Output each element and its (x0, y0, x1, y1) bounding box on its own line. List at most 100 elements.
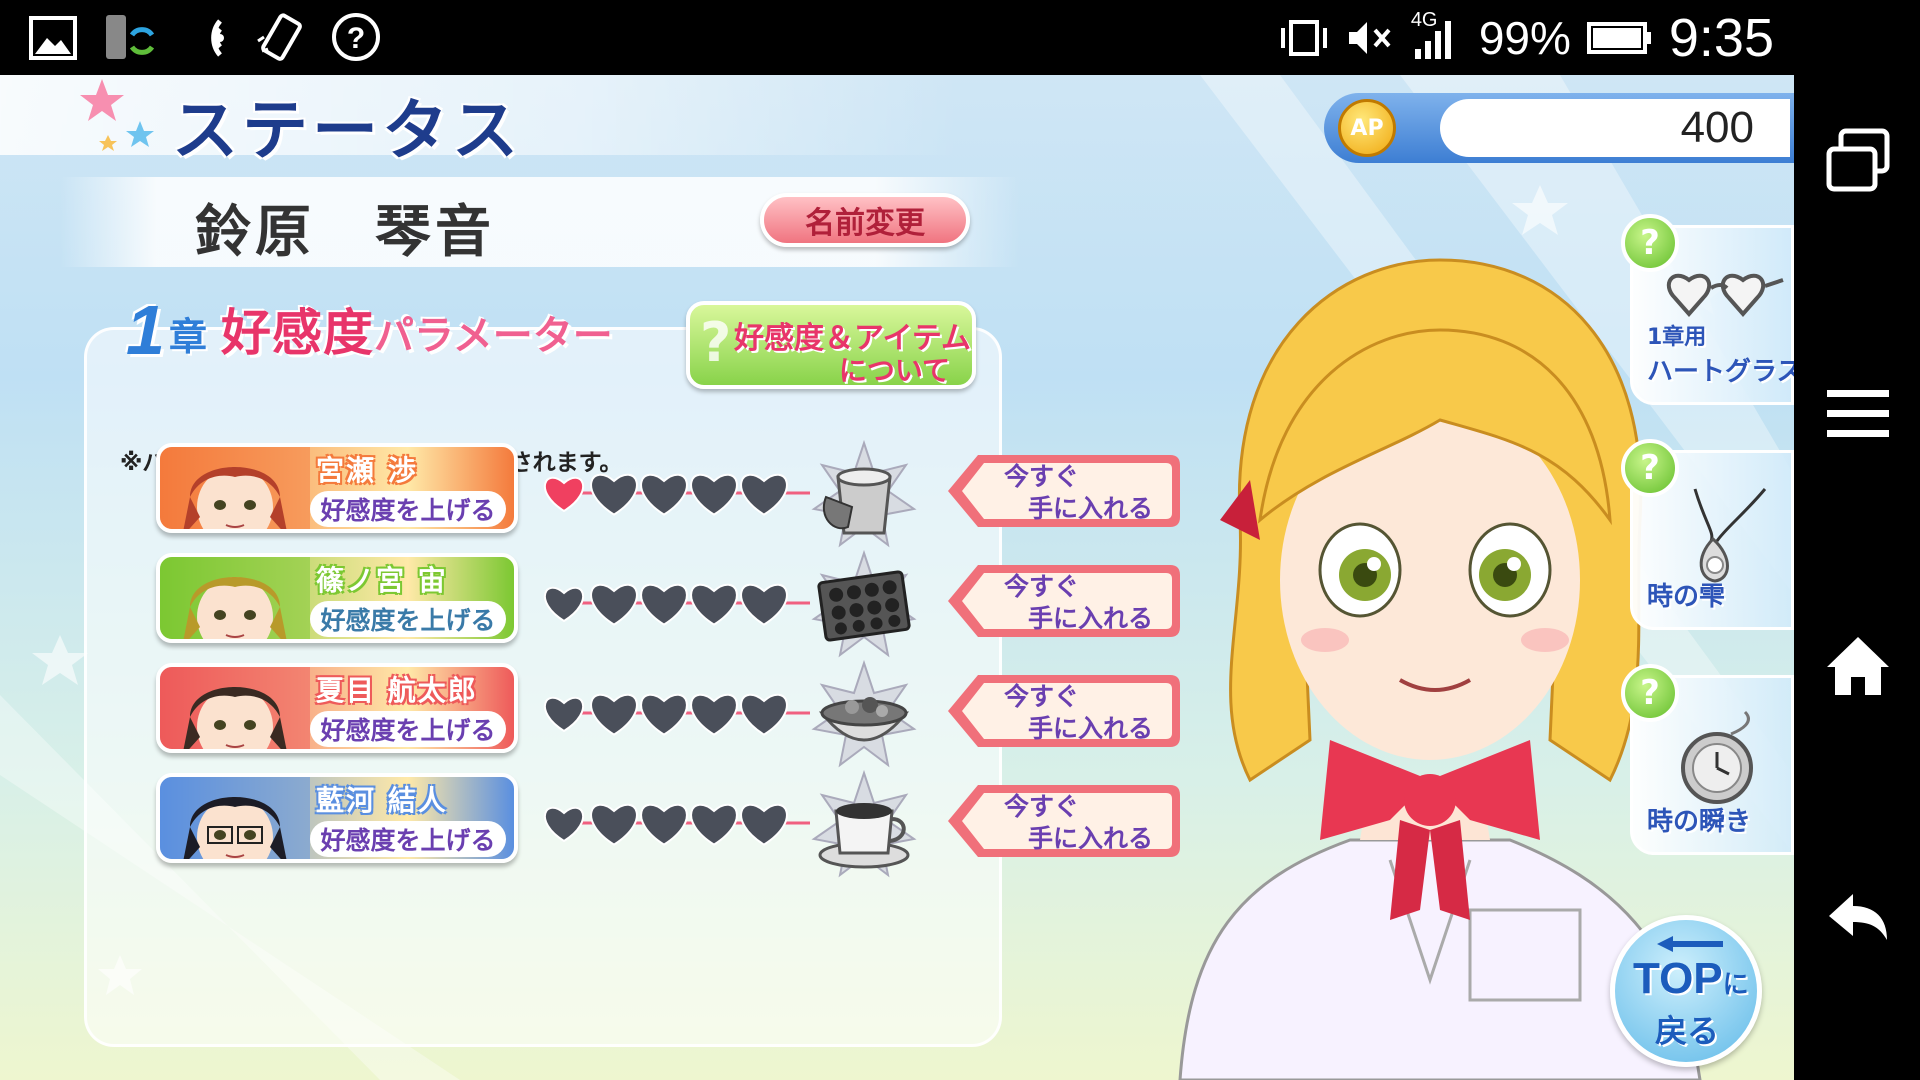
player-name: 鈴原 琴音 (195, 200, 495, 265)
ap-display: AP 400 (1324, 93, 1794, 163)
portrait-art (160, 447, 310, 529)
clock: 9:35 (1668, 8, 1774, 68)
chapter-heading: 1 章 好感度 パラメーター (126, 285, 613, 365)
chapter-title-main: 好感度 (220, 304, 374, 362)
top-label-line1: TOPに (1633, 954, 1749, 1003)
heart-empty-icon (640, 583, 688, 626)
back-to-top-button[interactable]: TOPに 戻る (1610, 915, 1762, 1067)
affection-hearts (543, 803, 810, 846)
battery-percent: 99% (1478, 12, 1571, 64)
character-row: 藍河 結人 好感度を上げる 今すぐ 手に入れる (0, 769, 1200, 878)
chapter-title-sub: パラメーター (373, 313, 613, 359)
battery-icon (1586, 22, 1651, 54)
mute-icon (1348, 22, 1391, 54)
star-decoration-icon (80, 79, 154, 151)
raise-affection-button[interactable]: 夏目 航太郎 好感度を上げる (156, 663, 518, 753)
portrait-art (160, 667, 310, 749)
affection-hearts (543, 693, 810, 736)
nfc-icon (178, 11, 232, 65)
character-name: 宮瀬 渉 (316, 454, 418, 487)
notification-icons: ? (26, 10, 384, 66)
back-button[interactable] (1818, 878, 1898, 958)
side-item-1[interactable]: ? 1章用 ハートグラス (1621, 214, 1794, 405)
get-label-line1: 今すぐ (1004, 462, 1080, 491)
ap-field: 400 (1440, 99, 1790, 157)
ap-value: 400 (1680, 103, 1754, 152)
menu-button[interactable] (1818, 374, 1898, 454)
get-label-line1: 今すぐ (1004, 682, 1080, 711)
raise-affection-button[interactable]: 藍河 結人 好感度を上げる (156, 773, 518, 863)
heart-empty-icon (740, 473, 788, 516)
heart-empty-icon (590, 693, 638, 736)
heart-empty-icon (740, 803, 788, 846)
pocket-watch-icon (1681, 710, 1753, 804)
svg-text:?: ? (347, 22, 365, 55)
raise-affection-button[interactable]: 宮瀬 渉 好感度を上げる (156, 443, 518, 533)
sync-icon (102, 11, 156, 65)
rotate-icon (254, 11, 308, 65)
character-portrait (160, 777, 310, 859)
rename-button[interactable]: 名前変更 (760, 193, 970, 247)
drink-cup-icon (811, 439, 917, 548)
heart-empty-icon (740, 693, 788, 736)
side-item-label: 時の雫 (1647, 582, 1726, 612)
heart-empty-icon (543, 586, 585, 623)
chapter-unit: 章 (168, 315, 207, 359)
heart-empty-icon (640, 473, 688, 516)
recent-apps-button[interactable] (1818, 122, 1898, 202)
raise-affection-button[interactable]: 篠ノ宮 宙 好感度を上げる (156, 553, 518, 643)
character-portrait (160, 447, 310, 529)
about-label-line2: について (838, 354, 950, 387)
raise-affection-label: 好感度を上げる (310, 491, 506, 527)
heart-empty-icon (690, 583, 738, 626)
heart-empty-icon (543, 806, 585, 843)
heart-empty-icon (690, 803, 738, 846)
top-label-line2: 戻る (1655, 1012, 1720, 1050)
portrait-art (160, 557, 310, 639)
raise-affection-label: 好感度を上げる (310, 711, 506, 747)
heart-filled-icon (543, 476, 585, 513)
navigation-bar (1794, 0, 1920, 1080)
heart-empty-icon (543, 696, 585, 733)
character-row: 宮瀬 渉 好感度を上げる 今すぐ 手に入れる (0, 439, 1200, 548)
character-row: 篠ノ宮 宙 好感度を上げる 今すぐ 手に入れる (0, 549, 1200, 658)
coffee-cup-icon (811, 769, 917, 878)
arrow-left-icon (1657, 936, 1723, 952)
question-icon: ? (700, 311, 732, 374)
menu-icon (1827, 390, 1889, 437)
game-screen: ステータス 鈴原 琴音 名前変更 1 章 好感度 パラメーター ? 好感度＆アイ… (0, 75, 1794, 1080)
heart-empty-icon (590, 583, 638, 626)
pendant-icon (1693, 488, 1767, 583)
character-name: 夏目 航太郎 (316, 674, 478, 707)
raise-affection-label: 好感度を上げる (310, 601, 506, 637)
heart-empty-icon (590, 473, 638, 516)
side-item-label: 1章用 ハートグラス (1647, 325, 1794, 387)
get-label-line1: 今すぐ (1004, 792, 1080, 821)
status-bar: ? 4G 99% 9:35 (0, 0, 1794, 75)
character-row: 夏目 航太郎 好感度を上げる 今すぐ 手に入れる (0, 659, 1200, 768)
heart-empty-icon (590, 803, 638, 846)
heart-empty-icon (690, 473, 738, 516)
page-title: ステータス (172, 92, 522, 169)
get-label-line1: 今すぐ (1004, 572, 1080, 601)
heart-empty-icon (640, 693, 688, 736)
about-affection-button[interactable]: ? 好感度＆アイテム について (686, 301, 976, 389)
home-icon (1827, 637, 1889, 695)
affection-hearts (543, 583, 810, 626)
food-bowl-icon (811, 659, 917, 768)
vibrate-icon (1280, 20, 1327, 56)
recent-apps-icon (1826, 128, 1890, 192)
raise-affection-label: 好感度を上げる (310, 821, 506, 857)
heroine-illustration (1178, 258, 1702, 1080)
home-button[interactable] (1818, 626, 1898, 706)
side-item-3[interactable]: ? 時の瞬き (1621, 664, 1794, 855)
help-icon: ? (330, 11, 384, 65)
heart-empty-icon (690, 693, 738, 736)
portrait-art (160, 777, 310, 859)
character-portrait (160, 557, 310, 639)
side-item-2[interactable]: ? 時の雫 (1621, 439, 1794, 630)
gallery-icon (26, 11, 80, 65)
affection-hearts (543, 473, 810, 516)
side-item-label: 時の瞬き (1647, 807, 1752, 837)
screen: { "status_bar": { "battery": "99%", "tim… (0, 0, 1920, 1080)
